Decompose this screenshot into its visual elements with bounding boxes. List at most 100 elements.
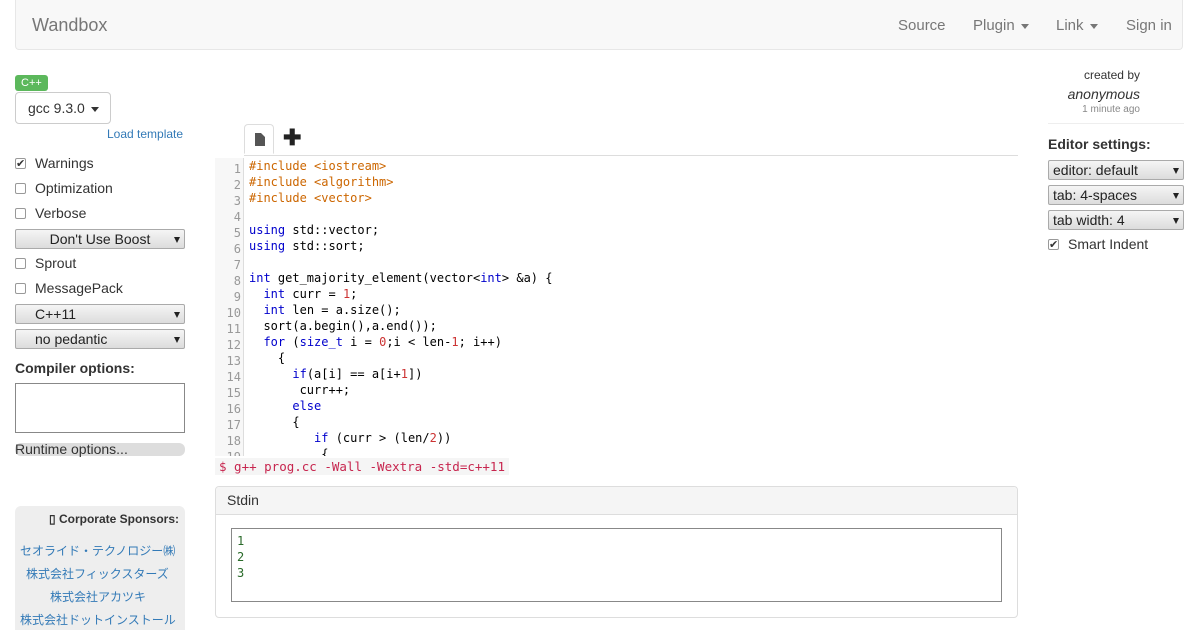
std-select-value: C++11 (35, 306, 76, 322)
line-number: 17 (226, 418, 241, 432)
line-number: 6 (233, 242, 241, 256)
stdin-line: 3 (237, 566, 245, 580)
dropdown-arrow-icon (1173, 218, 1179, 224)
line-number: 13 (226, 354, 241, 368)
code-line: { (249, 447, 329, 456)
sponsor-link[interactable]: 株式会社フィックスターズ (26, 565, 169, 582)
chevron-down-icon (90, 106, 99, 112)
load-template-link[interactable]: Load template (107, 127, 183, 141)
line-number: 3 (233, 194, 241, 208)
optimization-label: Optimization (35, 180, 113, 196)
tab-mode-value: tab: 4-spaces (1053, 187, 1138, 203)
code-token: #include <iostream> (249, 159, 387, 173)
code-editor[interactable]: #include <iostream> #include <algorithm>… (244, 158, 1018, 456)
code-token: 2 (429, 431, 437, 445)
file-icon (255, 133, 265, 146)
sponsors-panel: ▯ Corporate Sponsors: セオライド・テクノロジー㈱ 株式会社… (15, 506, 185, 630)
code-token: using (249, 223, 286, 237)
add-file-icon[interactable]: ✚ (283, 126, 301, 150)
nav-plugin[interactable]: Plugin (973, 17, 1029, 34)
sponsor-icon: ▯ (49, 512, 59, 526)
stdin-line: 2 (237, 550, 245, 564)
code-token: using (249, 239, 286, 253)
sprout-option[interactable]: Sprout (15, 254, 76, 272)
code-token: size_t (299, 335, 343, 349)
code-line: if (curr > (len/2)) (314, 431, 452, 445)
sponsors-title-text: Corporate Sponsors: (58, 512, 179, 526)
optimization-checkbox[interactable] (15, 183, 26, 194)
boost-select-value: Don't Use Boost (49, 231, 151, 247)
warnings-option[interactable]: Warnings (15, 154, 94, 173)
editor-mode-value: editor: default (1053, 162, 1138, 178)
tab-main-file[interactable] (244, 124, 274, 154)
dropdown-arrow-icon (174, 312, 180, 318)
code-token: #include <vector> (249, 191, 372, 205)
code-line: curr++; (249, 383, 351, 397)
tab-mode-select[interactable]: tab: 4-spaces (1048, 185, 1184, 205)
warnings-checkbox[interactable] (15, 155, 26, 173)
runtime-options-label: Runtime options... (15, 441, 128, 457)
smart-indent-checkbox[interactable] (1048, 236, 1059, 254)
editor-mode-select[interactable]: editor: default (1048, 160, 1184, 180)
brand-logo[interactable]: Wandbox (32, 15, 107, 36)
compiler-selected-label: gcc 9.3.0 (28, 100, 85, 116)
std-select[interactable]: C++11 (15, 304, 185, 324)
nav-link[interactable]: Link (1056, 17, 1098, 34)
code-token: if (314, 431, 329, 445)
line-number: 14 (226, 370, 241, 384)
nav-source[interactable]: Source (898, 17, 946, 34)
nav-signin[interactable]: Sign in (1126, 17, 1172, 34)
dropdown-arrow-icon (1173, 168, 1179, 174)
compiler-options-input[interactable] (15, 383, 185, 433)
boost-select[interactable]: Don't Use Boost (15, 229, 185, 249)
line-number: 7 (233, 258, 241, 272)
compiler-options-heading: Compiler options: (15, 360, 135, 376)
line-number: 16 (226, 402, 241, 416)
code-token: 1 (400, 367, 408, 381)
code-token: int (480, 271, 502, 285)
line-number: 2 (233, 178, 241, 192)
stdin-panel: Stdin 1 2 3 (215, 486, 1018, 618)
chevron-down-icon (1089, 23, 1098, 29)
code-token: for (263, 335, 286, 349)
line-number: 12 (226, 338, 241, 352)
messagepack-option[interactable]: MessagePack (15, 279, 123, 297)
code-line: sort(a.begin(),a.end()); (249, 319, 437, 333)
stdin-title[interactable]: Stdin (216, 487, 1017, 515)
verbose-option[interactable]: Verbose (15, 204, 86, 222)
stdin-input[interactable]: 1 2 3 (231, 528, 1002, 602)
line-number: 11 (226, 322, 241, 336)
line-number: 4 (233, 210, 241, 224)
code-line: for (size_t i = 0;i < len-1; i++) (263, 335, 502, 349)
sponsor-link[interactable]: 株式会社アカツキ (50, 588, 146, 605)
code-token: int (263, 287, 286, 301)
tab-width-select[interactable]: tab width: 4 (1048, 210, 1184, 230)
nav-link-label: Link (1056, 17, 1084, 34)
editor-settings-heading: Editor settings: (1048, 136, 1151, 152)
sponsors-title: ▯ Corporate Sponsors: (49, 512, 179, 526)
code-token: if (292, 367, 307, 381)
code-line: int get_majority_element(vector<int> &a)… (249, 271, 553, 285)
code-line: using std::sort; (249, 239, 365, 253)
messagepack-checkbox[interactable] (15, 283, 26, 294)
code-line: else (249, 398, 321, 414)
pedantic-select-value: no pedantic (35, 331, 108, 347)
sponsor-link[interactable]: 株式会社ドットインストール (20, 611, 176, 628)
code-line: #include <iostream> (249, 158, 386, 174)
verbose-checkbox[interactable] (15, 208, 26, 219)
pedantic-select[interactable]: no pedantic (15, 329, 185, 349)
code-token: #include <algorithm> (249, 175, 394, 189)
chevron-down-icon (1020, 23, 1029, 29)
sprout-checkbox[interactable] (15, 258, 26, 269)
runtime-options-toggle[interactable]: Runtime options... (15, 441, 185, 457)
verbose-label: Verbose (35, 205, 87, 221)
code-token: int (263, 303, 286, 317)
code-line: { (249, 351, 286, 365)
optimization-option[interactable]: Optimization (15, 179, 113, 197)
sponsor-link[interactable]: セオライド・テクノロジー㈱ (20, 542, 175, 559)
line-number: 18 (226, 434, 241, 448)
compiler-dropdown[interactable]: gcc 9.3.0 (15, 92, 111, 124)
code-line: if(a[i] == a[i+1]) (292, 367, 423, 381)
sprout-label: Sprout (35, 255, 77, 271)
smart-indent-option[interactable]: Smart Indent (1048, 235, 1148, 254)
